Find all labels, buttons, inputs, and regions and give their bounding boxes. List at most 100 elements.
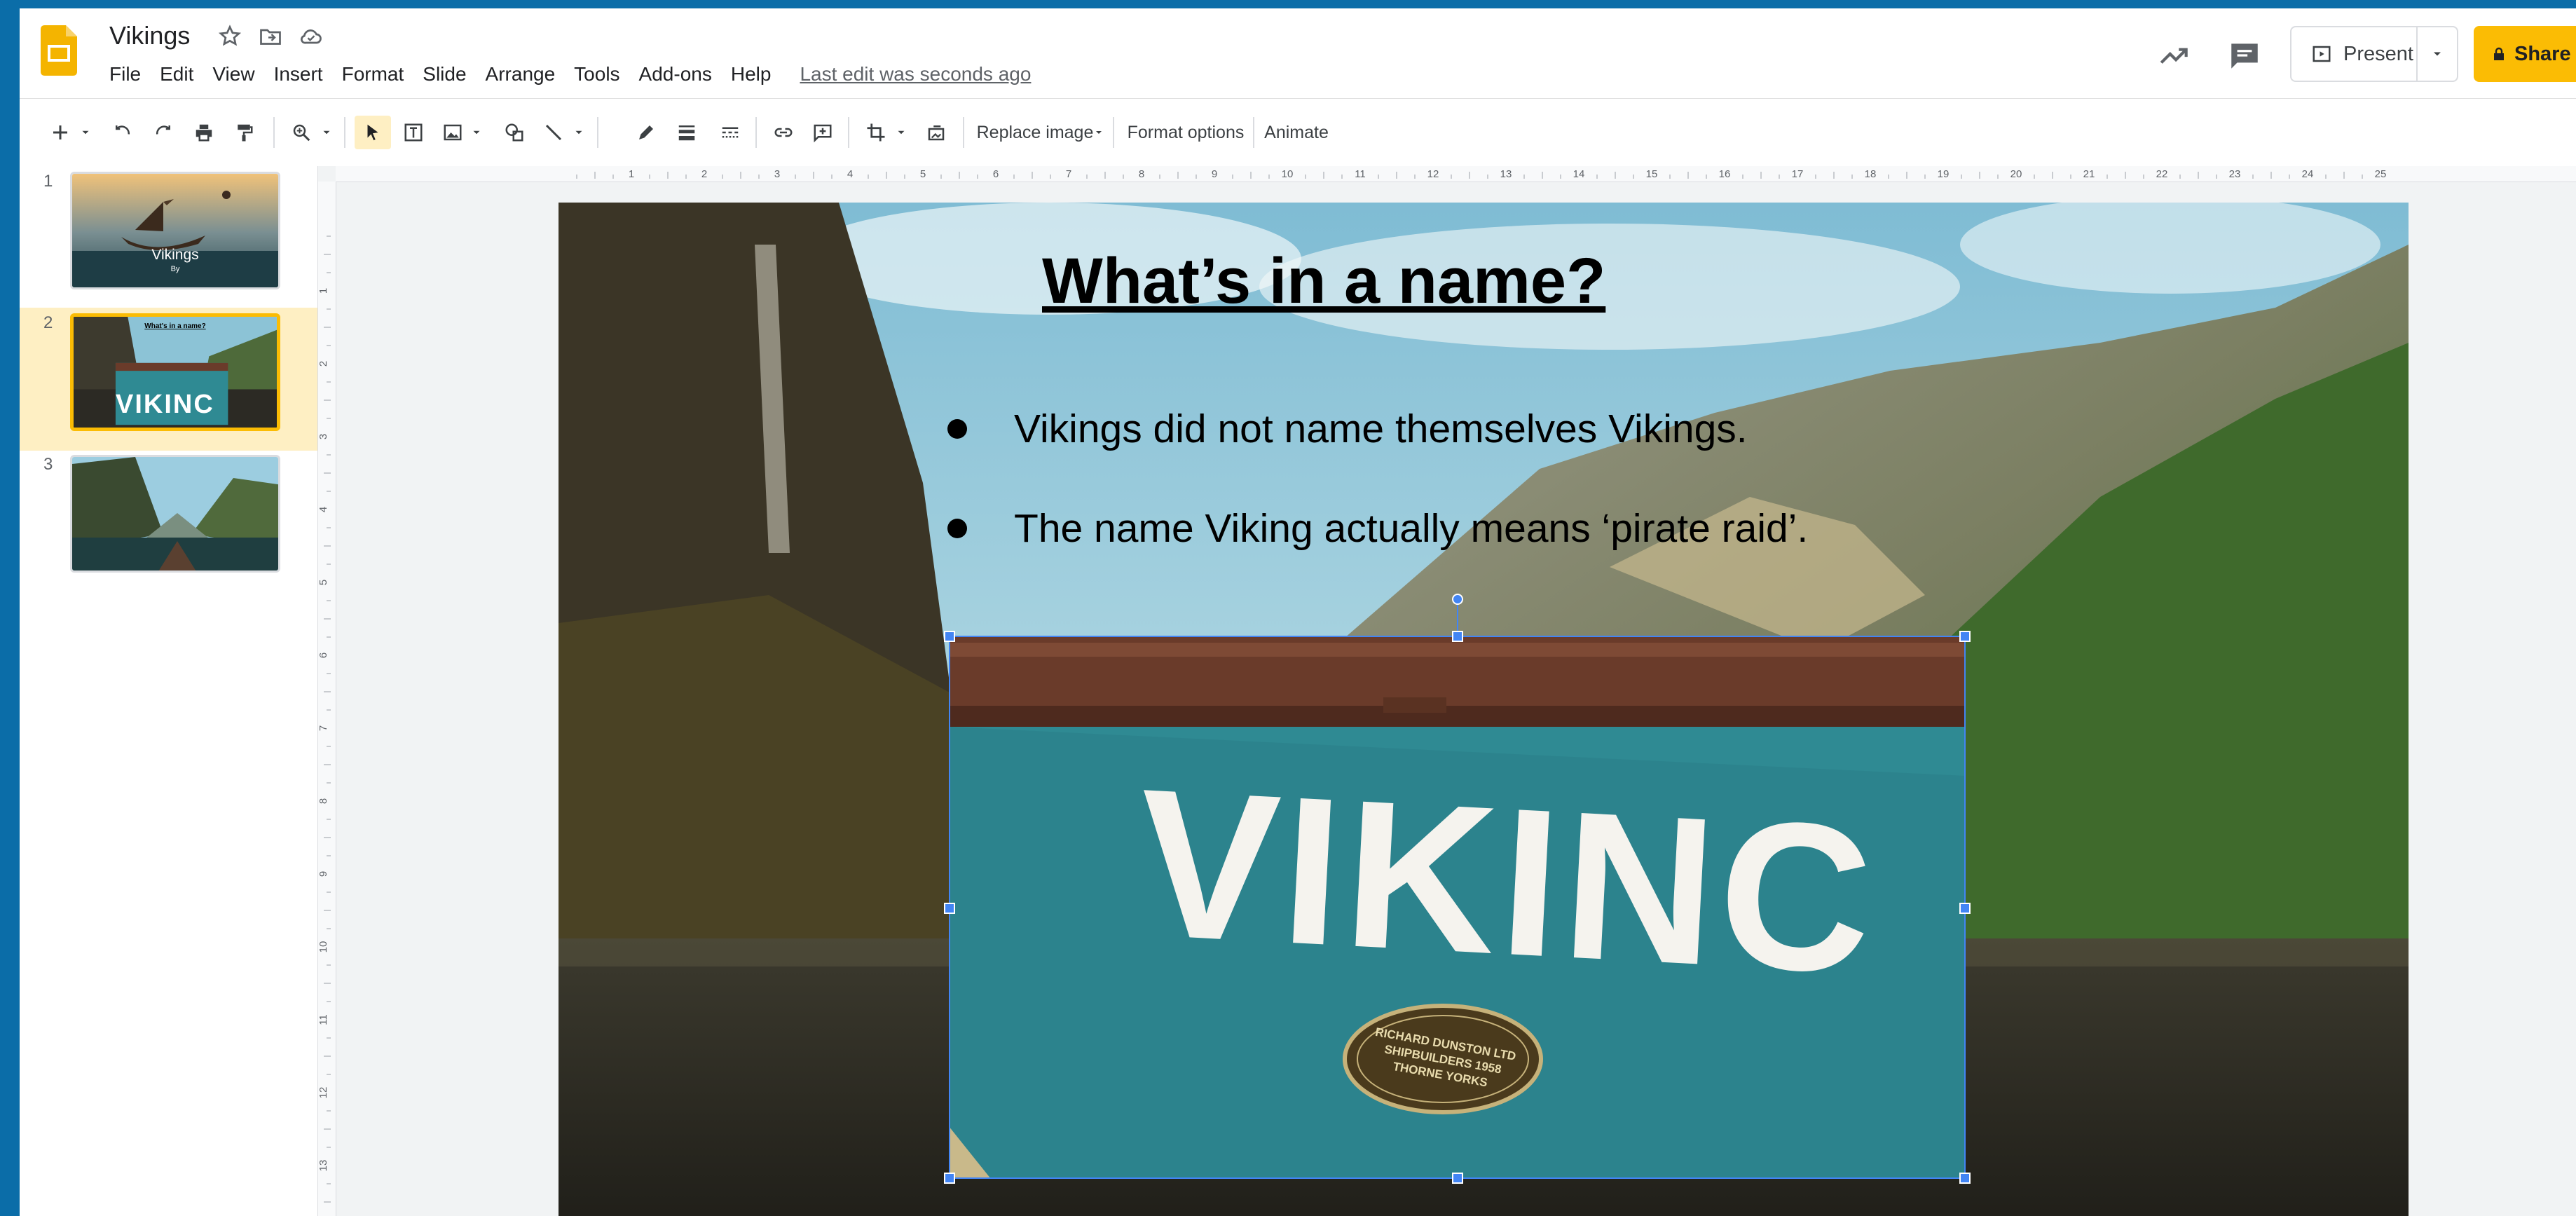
ruler-number: 10: [318, 941, 329, 953]
select-tool-icon[interactable]: [355, 116, 391, 149]
ruler-ticks: 1 2 3 4 5 6 7 8 9 10 11 12 13 14 15 16 17 18 19 20 21 22 23 24 2…: [576, 168, 2386, 180]
border-weight-icon[interactable]: [671, 116, 702, 149]
ruler-number: 2: [318, 361, 329, 367]
share-button[interactable]: Share: [2474, 26, 2576, 82]
present-button[interactable]: Present: [2291, 27, 2418, 81]
ruler-number: 18: [1865, 168, 1877, 180]
paint-format-icon[interactable]: [228, 116, 259, 149]
boat-name-text: VIKINC: [1132, 744, 1882, 1018]
slides-logo-icon[interactable]: [41, 25, 77, 76]
text-box-icon[interactable]: [398, 116, 429, 149]
crop-dropdown-icon[interactable]: [893, 116, 910, 149]
animate-label: Animate: [1264, 122, 1329, 142]
menu-format[interactable]: Format: [342, 63, 404, 86]
present-button-group: Present: [2290, 26, 2458, 82]
border-color-icon[interactable]: [631, 116, 662, 149]
slide-canvas[interactable]: What’s in a name? Vikings did not name t…: [559, 203, 2409, 1216]
present-dropdown-button[interactable]: [2418, 47, 2457, 61]
toolbar-divider: [848, 117, 849, 148]
menu-help[interactable]: Help: [731, 63, 772, 86]
ruler-number: 7: [318, 725, 329, 731]
ruler-number: 20: [2010, 168, 2022, 180]
ruler-number: 12: [1427, 168, 1439, 180]
toolbar-divider: [597, 117, 598, 148]
bullet-dot: [947, 519, 967, 538]
link-icon[interactable]: [768, 116, 799, 149]
toolbar: Replace image Format options Animate: [20, 98, 2576, 167]
slide-thumbnail-1[interactable]: 1 Vikings By: [20, 166, 317, 309]
menu-slide[interactable]: Slide: [423, 63, 466, 86]
activity-trend-icon[interactable]: [2157, 38, 2192, 73]
present-icon: [2313, 46, 2331, 62]
insert-image-icon[interactable]: [437, 116, 468, 149]
ruler-number: 21: [2083, 168, 2095, 180]
ruler-number: 9: [1212, 168, 1217, 180]
chevron-down-icon: [1096, 131, 1102, 134]
bullet-text: Vikings did not name themselves Vikings.: [1014, 407, 1748, 451]
horizontal-ruler[interactable]: 1 2 3 4 5 6 7 8 9 10 11 12 13 14 15 16 17 18 19 20 21 22 23 24 2…: [336, 166, 2576, 182]
thumb-title: What's in a name?: [144, 322, 206, 330]
zoom-icon[interactable]: [286, 116, 317, 149]
canvas-area: 1 2 3 4 5 6 7 8 9 10 11 12 13 14 15 16 17 18 19 20 21 22 23 24 2…: [318, 166, 2576, 1216]
cloud-status-icon[interactable]: [299, 24, 324, 49]
menu-view[interactable]: View: [212, 63, 254, 86]
ruler-number: 5: [318, 580, 329, 585]
slide-thumbnail-image: What's in a name? VIKINC: [70, 313, 280, 431]
title-bar: Vikings File Edit View Insert Format Sli…: [20, 8, 2576, 96]
menu-arrange[interactable]: Arrange: [486, 63, 556, 86]
ruler-number: 14: [1573, 168, 1585, 180]
slide-thumbnail-2[interactable]: 2 What's in a name? VIKINC: [20, 308, 317, 451]
line-dropdown-icon[interactable]: [570, 116, 587, 149]
slide-title[interactable]: What’s in a name?: [1042, 245, 1605, 318]
zoom-dropdown-icon[interactable]: [318, 116, 335, 149]
viking-boat-image[interactable]: VIKINC RICHARD DUNSTON LTD SHIPBUILDERS …: [949, 636, 1966, 1179]
animate-button[interactable]: Animate: [1260, 116, 1333, 149]
last-edit-link[interactable]: Last edit was seconds ago: [800, 63, 1031, 86]
ruler-number: 10: [1282, 168, 1294, 180]
bullet-item[interactable]: Vikings did not name themselves Vikings.: [947, 406, 1748, 452]
image-dropdown-icon[interactable]: [468, 116, 485, 149]
ruler-number: 12: [318, 1087, 329, 1099]
redo-icon[interactable]: [148, 116, 179, 149]
menu-edit[interactable]: Edit: [160, 63, 193, 86]
ruler-number: 5: [920, 168, 926, 180]
document-title[interactable]: Vikings: [109, 21, 190, 50]
menu-tools[interactable]: Tools: [574, 63, 619, 86]
vertical-ruler[interactable]: 1234567891011121314: [318, 182, 336, 1216]
ruler-number: 2: [701, 168, 707, 180]
bullet-item[interactable]: The name Viking actually means ‘pirate r…: [947, 505, 1808, 552]
format-options-label: Format options: [1127, 122, 1245, 142]
ruler-number: 23: [2229, 168, 2241, 180]
thumb-image-text: VIKINC: [116, 390, 214, 419]
crop-icon[interactable]: [861, 116, 891, 149]
menu-add-ons[interactable]: Add-ons: [639, 63, 712, 86]
slide-thumbnail-3[interactable]: 3: [20, 449, 317, 592]
slide-number: 1: [43, 172, 53, 191]
add-comment-icon[interactable]: [807, 116, 838, 149]
undo-icon[interactable]: [107, 116, 138, 149]
comment-icon[interactable]: [2227, 38, 2262, 73]
reset-image-icon[interactable]: [921, 116, 952, 149]
toolbar-divider: [273, 117, 275, 148]
border-dash-icon[interactable]: [715, 116, 746, 149]
ruler-number: 19: [1938, 168, 1950, 180]
lock-icon: [2494, 47, 2504, 60]
toolbar-divider: [963, 117, 964, 148]
move-folder-icon[interactable]: [258, 24, 283, 49]
shape-icon[interactable]: [499, 116, 530, 149]
present-label: Present: [2343, 42, 2413, 65]
ruler-number: 3: [318, 434, 329, 439]
format-options-button[interactable]: Format options: [1123, 116, 1249, 149]
chevron-down-icon: [2434, 52, 2441, 56]
new-slide-dropdown-icon[interactable]: [77, 116, 94, 149]
line-icon[interactable]: [538, 116, 569, 149]
toolbar-divider: [344, 117, 345, 148]
print-icon[interactable]: [189, 116, 219, 149]
menu-file[interactable]: File: [109, 63, 141, 86]
menu-insert[interactable]: Insert: [274, 63, 323, 86]
replace-image-button[interactable]: Replace image: [974, 116, 1107, 149]
star-icon[interactable]: [217, 24, 242, 49]
bullet-text: The name Viking actually means ‘pirate r…: [1014, 506, 1809, 551]
ruler-number: 1: [629, 168, 634, 180]
new-slide-icon[interactable]: [45, 116, 76, 149]
